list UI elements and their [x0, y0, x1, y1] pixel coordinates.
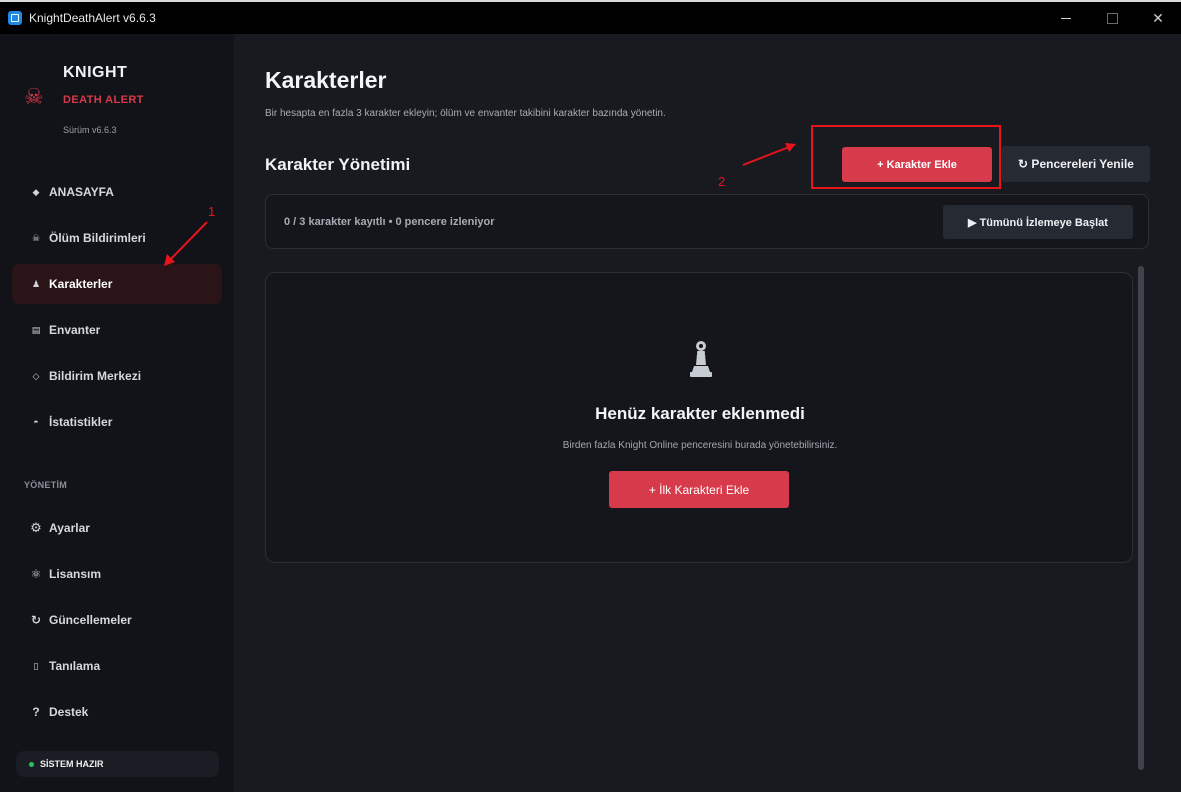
- sidebar-item-anasayfa[interactable]: ◆ ANASAYFA: [12, 172, 222, 212]
- sidebar-item-label: Tanılama: [49, 659, 101, 673]
- window-controls: ✕: [1043, 2, 1181, 34]
- sidebar-item-label: Ölüm Bildirimleri: [49, 231, 146, 245]
- system-status-badge: SİSTEM HAZIR: [16, 751, 219, 777]
- app-icon: [8, 11, 22, 25]
- sidebar-item-olum-bildirimleri[interactable]: ☠ Ölüm Bildirimleri: [12, 218, 222, 258]
- maximize-button[interactable]: [1089, 2, 1135, 34]
- sidebar-item-destek[interactable]: ? Destek: [12, 692, 222, 732]
- close-icon: ✕: [1152, 9, 1164, 26]
- annotation-number-2: 2: [718, 174, 726, 189]
- character-count-text: 0 / 3 karakter kayıtlı • 0 pencere izlen…: [284, 216, 495, 228]
- close-button[interactable]: ✕: [1135, 2, 1181, 34]
- annotation-number-1: 1: [208, 204, 216, 219]
- refresh-windows-button[interactable]: ↻ Pencereleri Yenile: [1002, 146, 1150, 182]
- system-status-text: SİSTEM HAZIR: [40, 759, 104, 769]
- sidebar-item-label: Bildirim Merkezi: [49, 369, 142, 383]
- diamond-outline-icon: ◇: [32, 370, 40, 381]
- sidebar-item-label: Ayarlar: [49, 521, 90, 535]
- brand-logo: KNIGHT ☠ DEATH ALERT Sürüm v6.6.3: [24, 62, 214, 142]
- sidebar-item-guncellemeler[interactable]: ↻ Güncellemeler: [12, 600, 222, 640]
- sidebar: KNIGHT ☠ DEATH ALERT Sürüm v6.6.3 ◆ ANAS…: [0, 34, 234, 792]
- sidebar-item-label: İstatistikler: [49, 415, 113, 429]
- sidebar-item-label: ANASAYFA: [49, 185, 114, 199]
- page-title: Karakterler: [265, 67, 387, 93]
- add-first-character-button[interactable]: + İlk Karakteri Ekle: [609, 471, 789, 508]
- sidebar-item-label: Güncellemeler: [49, 613, 132, 627]
- help-icon: ?: [32, 705, 40, 719]
- refresh-icon: ↻: [30, 613, 42, 627]
- pawn-icon: [690, 341, 712, 377]
- brand-tagline: DEATH ALERT: [63, 94, 144, 106]
- start-watching-all-button[interactable]: ▶ Tümünü İzlemeye Başlat: [943, 205, 1133, 239]
- inventory-icon: ▤: [31, 324, 41, 335]
- sidebar-item-label: Karakterler: [49, 277, 113, 291]
- section-label-yonetim: YÖNETİM: [24, 480, 68, 490]
- sidebar-item-bildirim-merkezi[interactable]: ◇ Bildirim Merkezi: [12, 356, 222, 396]
- sidebar-item-envanter[interactable]: ▤ Envanter: [12, 310, 222, 350]
- empty-state-subtitle: Birden fazla Knight Online penceresini b…: [562, 440, 838, 451]
- main-content: Karakterler Bir hesapta en fazla 3 karak…: [234, 34, 1181, 792]
- skull-crossbones-icon: ☠: [31, 232, 41, 243]
- stats-icon: ◓: [33, 417, 39, 427]
- annotation-highlight-box: [811, 125, 1001, 189]
- sidebar-item-ayarlar[interactable]: ⚙ Ayarlar: [12, 508, 222, 548]
- empty-state-title: Henüz karakter eklenmedi: [595, 404, 805, 423]
- diagnostics-icon: ▯: [33, 660, 39, 671]
- window-titlebar: KnightDeathAlert v6.6.3 ✕: [0, 0, 1181, 34]
- skull-icon: ☠: [24, 84, 44, 109]
- status-dot-icon: [29, 761, 34, 767]
- empty-state-card: Henüz karakter eklenmedi Birden fazla Kn…: [265, 272, 1133, 563]
- sidebar-item-tanilama[interactable]: ▯ Tanılama: [12, 646, 222, 686]
- section-title: Karakter Yönetimi: [265, 155, 411, 174]
- sidebar-item-istatistikler[interactable]: ◓ İstatistikler: [12, 402, 222, 442]
- pawn-icon: ♟: [31, 278, 41, 289]
- page-subtitle: Bir hesapta en fazla 3 karakter ekleyin;…: [265, 108, 666, 119]
- brand-name: KNIGHT: [63, 64, 128, 81]
- scrollbar[interactable]: [1138, 266, 1144, 770]
- minimize-button[interactable]: [1043, 2, 1089, 34]
- sidebar-item-lisansim[interactable]: ⚛ Lisansım: [12, 554, 222, 594]
- sidebar-item-label: Destek: [49, 705, 89, 719]
- window-title: KnightDeathAlert v6.6.3: [29, 11, 156, 25]
- diamond-icon: ◆: [32, 186, 40, 197]
- sidebar-item-label: Envanter: [49, 323, 101, 337]
- gear-icon: ⚙: [30, 520, 42, 535]
- license-icon: ⚛: [30, 567, 42, 581]
- sidebar-item-karakterler[interactable]: ♟ Karakterler: [12, 264, 222, 304]
- app-version: Sürüm v6.6.3: [63, 125, 117, 135]
- sidebar-item-label: Lisansım: [49, 567, 102, 581]
- character-status-bar: 0 / 3 karakter kayıtlı • 0 pencere izlen…: [265, 194, 1149, 249]
